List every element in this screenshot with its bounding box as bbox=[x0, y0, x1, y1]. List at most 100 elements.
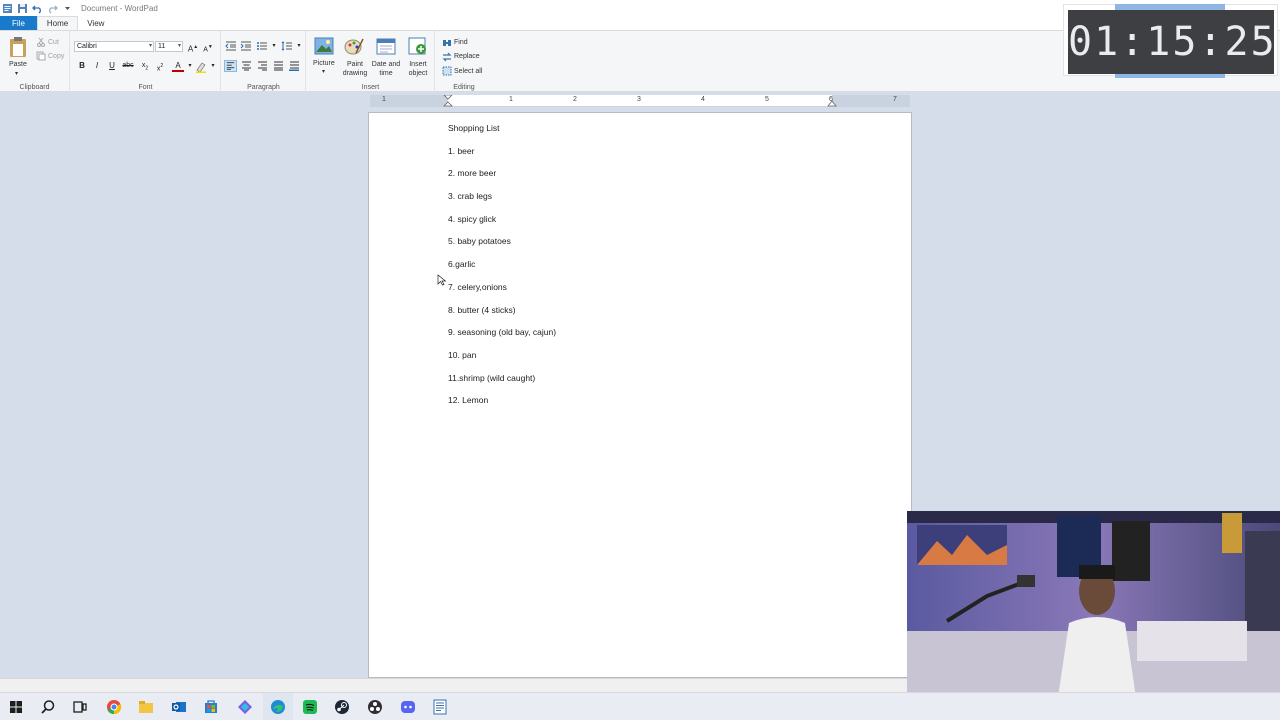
increase-indent-icon[interactable] bbox=[240, 41, 252, 51]
document-body[interactable]: Shopping List 1. beer 2. more beer 3. cr… bbox=[448, 123, 556, 418]
select-all-button[interactable]: Select all bbox=[454, 68, 482, 75]
list-item[interactable]: 1. beer bbox=[448, 146, 556, 169]
paint-drawing-label: Paint drawing bbox=[342, 61, 368, 77]
bullet-list-icon[interactable] bbox=[256, 41, 268, 51]
font-family-select[interactable]: Calibri ▾ bbox=[74, 41, 154, 52]
save-icon[interactable] bbox=[17, 3, 28, 14]
list-item[interactable]: 2. more beer bbox=[448, 168, 556, 191]
tab-home[interactable]: Home bbox=[36, 16, 79, 30]
align-center-icon[interactable] bbox=[240, 60, 253, 72]
font-color-button[interactable]: A bbox=[172, 60, 184, 72]
strikethrough-button[interactable]: abc bbox=[122, 60, 134, 72]
chevron-down-icon[interactable]: ▾ bbox=[207, 60, 219, 72]
chevron-down-icon[interactable]: ▾ bbox=[268, 40, 280, 52]
list-item[interactable]: 7. celery,onions bbox=[448, 282, 556, 305]
wordpad-app-icon bbox=[3, 3, 12, 13]
paste-label: Paste bbox=[9, 61, 27, 68]
grow-font-icon[interactable]: A▲ bbox=[187, 41, 199, 54]
window-title: Document - WordPad bbox=[81, 3, 158, 13]
insert-object-button[interactable]: Insert object bbox=[403, 36, 433, 80]
discord-icon[interactable] bbox=[400, 699, 416, 715]
undo-icon[interactable] bbox=[32, 3, 43, 14]
find-button[interactable]: Find bbox=[454, 39, 468, 46]
decrease-indent-icon[interactable] bbox=[225, 41, 237, 51]
paint-drawing-button[interactable]: Paint drawing bbox=[339, 36, 369, 80]
windows-start-icon[interactable] bbox=[8, 699, 24, 715]
copy-icon[interactable] bbox=[36, 51, 46, 61]
taskbar bbox=[0, 692, 1280, 720]
justify-icon[interactable] bbox=[272, 60, 285, 72]
outlook-icon[interactable] bbox=[171, 699, 187, 715]
list-item[interactable]: 8. butter (4 sticks) bbox=[448, 305, 556, 328]
list-item[interactable]: 10. pan bbox=[448, 350, 556, 373]
spotify-icon[interactable] bbox=[302, 699, 318, 715]
list-item[interactable]: 6.garlic bbox=[448, 259, 556, 282]
left-indent-marker-icon[interactable] bbox=[443, 95, 453, 109]
edge-icon[interactable] bbox=[270, 699, 286, 715]
list-item[interactable]: 5. baby potatoes bbox=[448, 236, 556, 259]
find-icon[interactable] bbox=[442, 38, 452, 48]
superscript-button[interactable]: x2 bbox=[154, 60, 166, 72]
document-page[interactable]: Shopping List 1. beer 2. more beer 3. cr… bbox=[368, 112, 912, 678]
store-icon[interactable] bbox=[203, 699, 219, 715]
tab-file[interactable]: File bbox=[0, 16, 37, 30]
underline-button[interactable]: U bbox=[106, 60, 118, 72]
cut-button[interactable]: Cut bbox=[48, 39, 59, 46]
chevron-down-icon: ▾ bbox=[148, 43, 152, 49]
steam-icon[interactable] bbox=[334, 699, 350, 715]
chevron-down-icon[interactable]: ▾ bbox=[293, 40, 305, 52]
paste-dropdown-icon[interactable]: ▾ bbox=[15, 70, 18, 77]
document-title-line[interactable]: Shopping List bbox=[448, 123, 556, 146]
list-item[interactable]: 9. seasoning (old bay, cajun) bbox=[448, 327, 556, 350]
paragraph-settings-icon[interactable] bbox=[288, 60, 301, 72]
chrome-icon[interactable] bbox=[106, 699, 122, 715]
replace-button[interactable]: Replace bbox=[454, 53, 480, 60]
obs-icon[interactable] bbox=[367, 699, 383, 715]
list-item[interactable]: 3. crab legs bbox=[448, 191, 556, 214]
mouse-pointer-icon bbox=[437, 274, 447, 286]
shrink-font-icon[interactable]: A▼ bbox=[202, 41, 214, 53]
paint-drawing-icon bbox=[344, 38, 364, 55]
line-spacing-icon[interactable] bbox=[281, 41, 293, 51]
m365-icon[interactable] bbox=[237, 699, 253, 715]
font-family-value: Calibri bbox=[77, 43, 97, 50]
highlight-icon[interactable] bbox=[195, 61, 207, 73]
align-right-icon[interactable] bbox=[256, 60, 269, 72]
italic-button[interactable]: I bbox=[91, 60, 103, 72]
redo-icon[interactable] bbox=[47, 3, 58, 14]
editing-group-label: Editing bbox=[453, 84, 475, 91]
paste-button[interactable]: Paste ▾ bbox=[4, 34, 32, 78]
ruler-number: 1 bbox=[509, 96, 513, 103]
ruler[interactable]: 1 1 2 3 4 5 6 7 bbox=[370, 95, 910, 107]
paste-icon bbox=[10, 37, 26, 57]
select-all-icon[interactable] bbox=[442, 66, 452, 76]
list-item[interactable]: 4. spicy glick bbox=[448, 214, 556, 237]
customize-toolbar-icon[interactable] bbox=[62, 3, 73, 14]
subscript-button[interactable]: x2 bbox=[139, 60, 151, 72]
clipboard-group: Paste ▾ Cut Copy Clipboard bbox=[0, 31, 70, 92]
task-view-icon[interactable] bbox=[72, 699, 88, 715]
font-size-select[interactable]: 11 ▾ bbox=[155, 41, 183, 52]
replace-icon[interactable] bbox=[442, 52, 452, 62]
paragraph-group: ▾ ▾ Paragraph bbox=[222, 31, 306, 92]
picture-button[interactable]: Picture ▾ bbox=[309, 36, 339, 80]
insert-group: Picture ▾ Paint drawing Date and time In… bbox=[307, 31, 435, 92]
copy-button[interactable]: Copy bbox=[48, 53, 64, 60]
tab-view[interactable]: View bbox=[78, 16, 113, 30]
right-indent-marker-icon[interactable] bbox=[827, 99, 837, 107]
calendar-icon bbox=[376, 38, 396, 55]
bold-button[interactable]: B bbox=[76, 60, 88, 72]
ruler-right-margin bbox=[832, 95, 910, 107]
search-icon[interactable] bbox=[40, 699, 56, 715]
ruler-number: 2 bbox=[573, 96, 577, 103]
font-size-value: 11 bbox=[158, 43, 166, 50]
date-time-button[interactable]: Date and time bbox=[369, 36, 403, 80]
list-item[interactable]: 12. Lemon bbox=[448, 395, 556, 418]
insert-object-label: Insert object bbox=[408, 61, 428, 77]
picture-label: Picture bbox=[313, 60, 335, 67]
cut-icon[interactable] bbox=[36, 37, 46, 47]
align-left-icon[interactable] bbox=[224, 60, 237, 72]
wordpad-icon[interactable] bbox=[432, 699, 448, 715]
list-item[interactable]: 11.shrimp (wild caught) bbox=[448, 373, 556, 396]
file-explorer-icon[interactable] bbox=[138, 699, 154, 715]
